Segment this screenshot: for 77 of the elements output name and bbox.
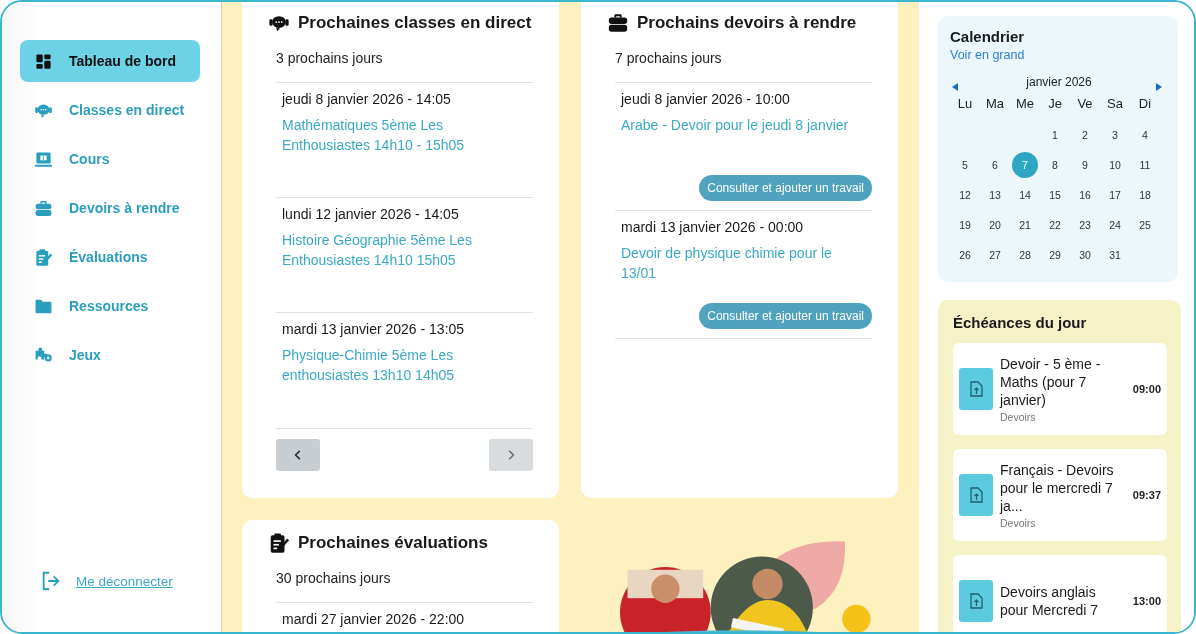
calendar-day[interactable]: 25 xyxy=(1132,211,1158,238)
entry-date: mardi 13 janvier 2026 - 00:00 xyxy=(621,219,805,235)
calendar-day[interactable]: 24 xyxy=(1102,211,1128,238)
calendar-day[interactable]: 22 xyxy=(1042,211,1068,238)
nav-item[interactable]: Tableau de bord xyxy=(20,40,200,82)
calendar-day[interactable]: 29 xyxy=(1042,241,1068,268)
entry-date: mardi 13 janvier 2026 - 13:05 xyxy=(282,321,466,337)
file-upload-icon xyxy=(959,473,993,516)
laptop-icon xyxy=(34,149,53,169)
card-title: Prochaines classes en direct xyxy=(298,13,532,33)
calendar-day[interactable]: 19 xyxy=(952,211,978,238)
calendar-day[interactable]: 8 xyxy=(1042,151,1068,178)
card-title: Prochaines évaluations xyxy=(298,533,488,553)
deadline-category: Devoirs xyxy=(1000,516,1037,529)
weekday-label: Ve xyxy=(1076,96,1094,113)
weekday-label: Je xyxy=(1047,96,1063,113)
deadline-card[interactable]: Français - Devoirs pour le mercredi 7 ja... Devoirs 09:37 xyxy=(953,449,1167,541)
deadline-time: 09:00 xyxy=(1132,382,1161,395)
weekday-label: Ma xyxy=(984,96,1006,113)
calendar-day[interactable]: 2 xyxy=(1072,121,1098,148)
calendar-day[interactable]: 17 xyxy=(1102,181,1128,208)
weekday-label: Lu xyxy=(956,96,974,113)
calendar-day[interactable]: 9 xyxy=(1072,151,1098,178)
calendar-day[interactable]: 13 xyxy=(982,181,1008,208)
calendar-day[interactable]: 11 xyxy=(1132,151,1158,178)
calendar-day[interactable]: 5 xyxy=(952,151,978,178)
calendar-day[interactable]: 1 xyxy=(1042,121,1068,148)
triangle-right-icon xyxy=(1154,82,1164,92)
calendar-day[interactable]: 12 xyxy=(952,181,978,208)
calendar-day[interactable]: 20 xyxy=(982,211,1008,238)
file-upload-icon xyxy=(959,579,993,622)
entry-date: jeudi 8 janvier 2026 - 14:05 xyxy=(282,91,452,107)
calendar-day[interactable]: 18 xyxy=(1132,181,1158,208)
deadline-time: 09:37 xyxy=(1132,488,1161,501)
period-label: 30 prochains jours xyxy=(276,570,392,586)
deadline-category: Devoirs xyxy=(1000,410,1037,423)
deadline-title: Devoir - 5 ème - Maths (pour 7 janvier) xyxy=(1000,354,1102,409)
calendar-day[interactable]: 30 xyxy=(1072,241,1098,268)
month-label: janvier 2026 xyxy=(1026,75,1092,89)
calendar-day[interactable]: 28 xyxy=(1012,241,1038,268)
file-upload-icon xyxy=(959,367,993,410)
briefcase-icon xyxy=(34,198,53,218)
entry-date: lundi 12 janvier 2026 - 14:05 xyxy=(282,206,460,222)
deadline-title: Devoirs anglais pour Mercredi 7 xyxy=(1000,582,1100,619)
card-title: Prochains devoirs à rendre xyxy=(637,13,857,33)
calendar-day[interactable]: 14 xyxy=(1012,181,1038,208)
deadline-card[interactable]: Devoir - 5 ème - Maths (pour 7 janvier) Devoirs 09:00 xyxy=(953,343,1167,435)
calendar-day[interactable]: 3 xyxy=(1102,121,1128,148)
calendar-day[interactable]: 16 xyxy=(1072,181,1098,208)
calendar-day[interactable]: 31 xyxy=(1102,241,1128,268)
calendar-title: Calendrier xyxy=(950,28,1026,45)
weekday-label: Me xyxy=(1014,96,1036,113)
calendar-day[interactable]: 27 xyxy=(982,241,1008,268)
calendar-day[interactable]: 23 xyxy=(1072,211,1098,238)
calendar-day[interactable]: 6 xyxy=(982,151,1008,178)
calendar-day[interactable]: 21 xyxy=(1012,211,1038,238)
calendar-day[interactable]: 26 xyxy=(952,241,978,268)
clipboard-icon xyxy=(268,532,290,554)
period-label: 7 prochains jours xyxy=(615,50,723,66)
logout-icon xyxy=(40,570,62,592)
entry-date: mardi 27 janvier 2026 - 22:00 xyxy=(282,611,466,627)
entry-date: jeudi 8 janvier 2026 - 10:00 xyxy=(621,91,791,107)
calendar-day[interactable]: 4 xyxy=(1132,121,1158,148)
weekday-label: Di xyxy=(1137,96,1153,113)
clipboard-icon xyxy=(34,247,53,267)
triangle-left-icon xyxy=(950,82,960,92)
deadline-title: Français - Devoirs pour le mercredi 7 ja... xyxy=(1000,460,1115,515)
weekday-label: Sa xyxy=(1106,96,1124,113)
calendar-day[interactable]: 15 xyxy=(1042,181,1068,208)
period-label: 3 prochains jours xyxy=(276,50,384,66)
deadlines-title: Échéances du jour xyxy=(953,314,1088,331)
briefcase-icon xyxy=(607,12,629,34)
calendar-day[interactable]: 10 xyxy=(1102,151,1128,178)
deadline-card[interactable]: Devoirs anglais pour Mercredi 7 13:00 xyxy=(953,555,1167,632)
view-large-link[interactable]: Voir en grand xyxy=(950,48,1168,62)
grid-icon xyxy=(34,51,53,71)
deadline-time: 13:00 xyxy=(1132,594,1161,607)
